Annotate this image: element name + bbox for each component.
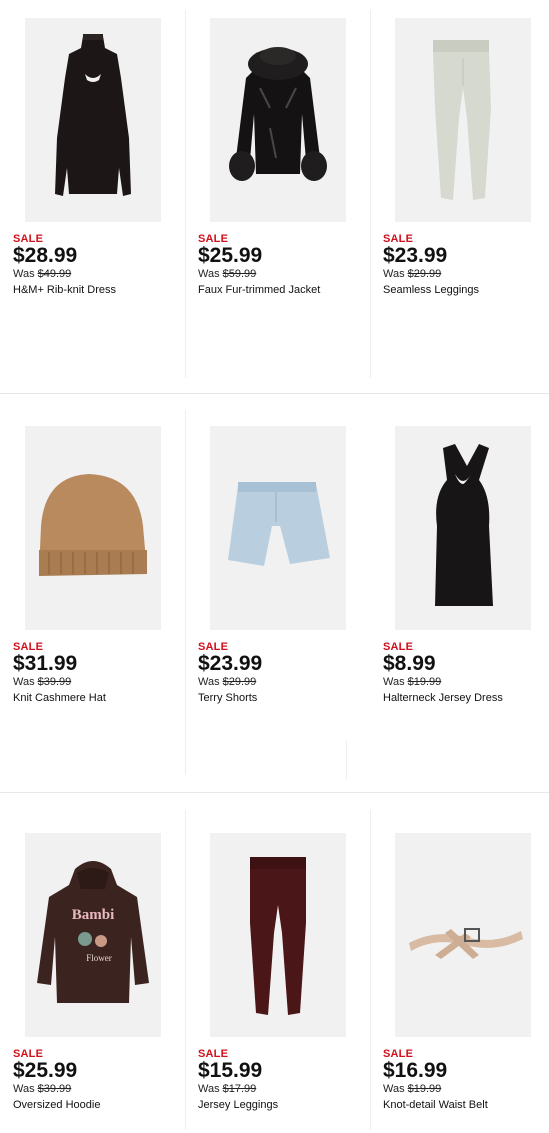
product-name[interactable]: H&M+ Rib-knit Dress bbox=[13, 284, 116, 296]
was-label: Was bbox=[383, 268, 405, 280]
was-price: $29.99 bbox=[222, 676, 257, 688]
column-divider bbox=[370, 10, 371, 378]
sale-price: $16.99 bbox=[383, 1059, 448, 1082]
product-name[interactable]: Seamless Leggings bbox=[383, 284, 479, 296]
product-name[interactable]: Faux Fur-trimmed Jacket bbox=[198, 284, 320, 296]
row-divider bbox=[0, 393, 549, 394]
was-price: $39.99 bbox=[37, 1083, 72, 1095]
product-name[interactable]: Halterneck Jersey Dress bbox=[383, 692, 503, 704]
product-image[interactable] bbox=[395, 18, 531, 222]
original-price: Was $29.99 bbox=[198, 676, 256, 688]
product-image[interactable] bbox=[25, 426, 161, 630]
row-divider bbox=[0, 792, 549, 793]
original-price: Was $19.99 bbox=[383, 676, 441, 688]
was-price: $17.99 bbox=[222, 1083, 257, 1095]
belt-icon bbox=[409, 928, 523, 959]
was-label: Was bbox=[198, 676, 220, 688]
was-label: Was bbox=[13, 676, 35, 688]
dress-icon bbox=[55, 34, 131, 196]
was-label: Was bbox=[383, 676, 405, 688]
was-price: $49.99 bbox=[37, 268, 72, 280]
product-image[interactable] bbox=[210, 18, 346, 222]
leggings-icon bbox=[433, 40, 491, 200]
was-label: Was bbox=[198, 1083, 220, 1095]
product-image[interactable] bbox=[210, 833, 346, 1037]
was-price: $29.99 bbox=[407, 268, 442, 280]
sale-price: $25.99 bbox=[13, 1059, 78, 1082]
original-price: Was $19.99 bbox=[383, 1083, 441, 1095]
leggings-icon bbox=[250, 857, 306, 1015]
product-image[interactable] bbox=[395, 426, 531, 630]
hoodie-print-line2: Flower bbox=[86, 953, 112, 963]
column-divider bbox=[185, 10, 186, 378]
product-name[interactable]: Knot-detail Waist Belt bbox=[383, 1099, 488, 1111]
original-price: Was $39.99 bbox=[13, 676, 71, 688]
sale-price: $15.99 bbox=[198, 1059, 263, 1082]
was-price: $19.99 bbox=[407, 676, 442, 688]
was-label: Was bbox=[13, 1083, 35, 1095]
product-grid: SALE $28.99 Was $49.99 H&M+ Rib-knit Dres… bbox=[0, 0, 549, 1133]
original-price: Was $17.99 bbox=[198, 1083, 256, 1095]
hoodie-icon: Bambi Flower bbox=[37, 861, 149, 1003]
sale-price: $28.99 bbox=[13, 244, 78, 267]
sale-price: $25.99 bbox=[198, 244, 263, 267]
hat-icon bbox=[39, 474, 147, 576]
product-image[interactable] bbox=[25, 18, 161, 222]
product-image[interactable]: Bambi Flower bbox=[25, 833, 161, 1037]
was-label: Was bbox=[13, 268, 35, 280]
column-divider bbox=[346, 740, 347, 780]
original-price: Was $59.99 bbox=[198, 268, 256, 280]
column-divider bbox=[185, 810, 186, 1130]
halter-dress-icon bbox=[435, 444, 493, 606]
was-label: Was bbox=[383, 1083, 405, 1095]
was-price: $59.99 bbox=[222, 268, 257, 280]
was-label: Was bbox=[198, 268, 220, 280]
product-name[interactable]: Oversized Hoodie bbox=[13, 1099, 100, 1111]
sale-price: $23.99 bbox=[198, 652, 263, 675]
was-price: $39.99 bbox=[37, 676, 72, 688]
product-image[interactable] bbox=[210, 426, 346, 630]
original-price: Was $49.99 bbox=[13, 268, 71, 280]
sale-price: $8.99 bbox=[383, 652, 436, 675]
sale-price: $31.99 bbox=[13, 652, 78, 675]
column-divider bbox=[370, 810, 371, 1130]
original-price: Was $39.99 bbox=[13, 1083, 71, 1095]
was-price: $19.99 bbox=[407, 1083, 442, 1095]
original-price: Was $29.99 bbox=[383, 268, 441, 280]
product-name[interactable]: Knit Cashmere Hat bbox=[13, 692, 106, 704]
product-name[interactable]: Terry Shorts bbox=[198, 692, 257, 704]
sale-price: $23.99 bbox=[383, 244, 448, 267]
shorts-icon bbox=[228, 482, 330, 566]
product-image[interactable] bbox=[395, 833, 531, 1037]
column-divider bbox=[185, 410, 186, 775]
hoodie-print-line1: Bambi bbox=[72, 907, 115, 923]
jacket-icon bbox=[229, 47, 327, 181]
product-name[interactable]: Jersey Leggings bbox=[198, 1099, 278, 1111]
